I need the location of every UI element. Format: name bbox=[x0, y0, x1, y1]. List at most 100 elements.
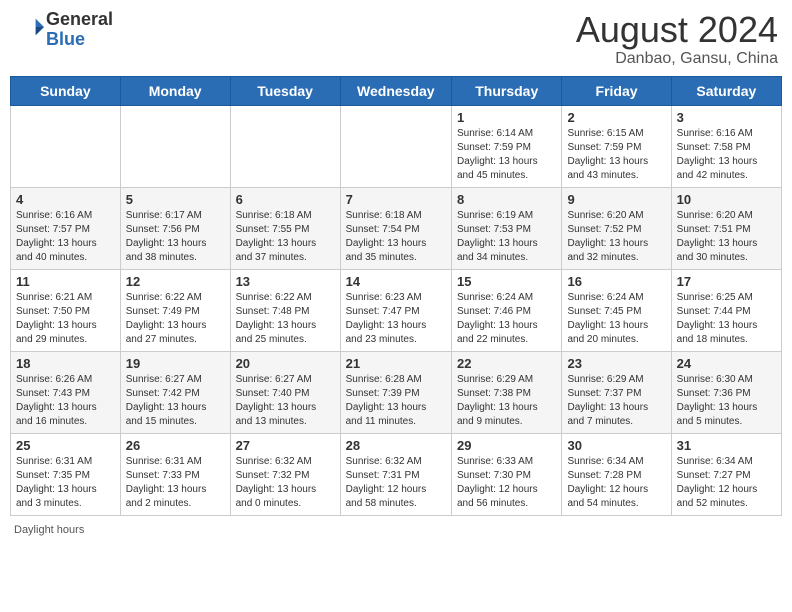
calendar-cell: 3Sunrise: 6:16 AMSunset: 7:58 PMDaylight… bbox=[671, 105, 781, 187]
day-info: Sunrise: 6:18 AMSunset: 7:54 PMDaylight:… bbox=[346, 209, 446, 265]
logo-icon bbox=[16, 13, 44, 41]
calendar-cell bbox=[120, 105, 230, 187]
calendar-cell: 7 Sunrise: 6:18 AMSunset: 7:54 PMDaylight… bbox=[340, 187, 451, 269]
day-number: 12 bbox=[126, 274, 225, 289]
calendar-cell: 24Sunrise: 6:30 AMSunset: 7:36 PMDayligh… bbox=[671, 351, 781, 433]
day-number: 14 bbox=[346, 274, 446, 289]
day-number: 26 bbox=[126, 438, 225, 453]
day-number: 16 bbox=[567, 274, 665, 289]
calendar-header-row: SundayMondayTuesdayWednesdayThursdayFrid… bbox=[11, 76, 782, 105]
day-info: Sunrise: 6:27 AMSunset: 7:42 PMDaylight:… bbox=[126, 373, 225, 429]
day-info: Sunrise: 6:28 AMSunset: 7:39 PMDaylight:… bbox=[346, 373, 446, 429]
day-info: Sunrise: 6:22 AMSunset: 7:49 PMDaylight:… bbox=[126, 291, 225, 347]
day-number: 28 bbox=[346, 438, 446, 453]
day-number: 10 bbox=[677, 192, 776, 207]
day-info: Sunrise: 6:22 AMSunset: 7:48 PMDaylight:… bbox=[236, 291, 335, 347]
calendar-cell: 19 Sunrise: 6:27 AMSunset: 7:42 PMDayligh… bbox=[120, 351, 230, 433]
day-number: 6 bbox=[236, 192, 335, 207]
day-number: 8 bbox=[457, 192, 556, 207]
title-block: August 2024 Danbao, Gansu, China bbox=[576, 10, 778, 68]
calendar-week-3: 11Sunrise: 6:21 AMSunset: 7:50 PMDayligh… bbox=[11, 269, 782, 351]
calendar-cell: 18Sunrise: 6:26 AMSunset: 7:43 PMDayligh… bbox=[11, 351, 121, 433]
calendar-week-4: 18Sunrise: 6:26 AMSunset: 7:43 PMDayligh… bbox=[11, 351, 782, 433]
day-number: 22 bbox=[457, 356, 556, 371]
day-number: 27 bbox=[236, 438, 335, 453]
calendar-weekday-friday: Friday bbox=[562, 76, 671, 105]
calendar-cell: 6 Sunrise: 6:18 AMSunset: 7:55 PMDaylight… bbox=[230, 187, 340, 269]
calendar-cell: 12 Sunrise: 6:22 AMSunset: 7:49 PMDayligh… bbox=[120, 269, 230, 351]
day-info: Sunrise: 6:25 AMSunset: 7:44 PMDaylight:… bbox=[677, 291, 776, 347]
day-info: Sunrise: 6:16 AMSunset: 7:58 PMDaylight:… bbox=[677, 127, 776, 183]
footer: Daylight hours bbox=[10, 524, 782, 536]
day-info: Sunrise: 6:19 AMSunset: 7:53 PMDaylight:… bbox=[457, 209, 556, 265]
calendar-cell: 20 Sunrise: 6:27 AMSunset: 7:40 PMDayligh… bbox=[230, 351, 340, 433]
calendar-cell: 29 Sunrise: 6:33 AMSunset: 7:30 PMDayligh… bbox=[451, 433, 561, 515]
day-info: Sunrise: 6:24 AMSunset: 7:46 PMDaylight:… bbox=[457, 291, 556, 347]
day-info: Sunrise: 6:14 AMSunset: 7:59 PMDaylight:… bbox=[457, 127, 556, 183]
day-info: Sunrise: 6:34 AMSunset: 7:28 PMDaylight:… bbox=[567, 455, 665, 511]
day-number: 9 bbox=[567, 192, 665, 207]
day-info: Sunrise: 6:23 AMSunset: 7:47 PMDaylight:… bbox=[346, 291, 446, 347]
day-info: Sunrise: 6:20 AMSunset: 7:52 PMDaylight:… bbox=[567, 209, 665, 265]
day-number: 29 bbox=[457, 438, 556, 453]
day-number: 25 bbox=[16, 438, 115, 453]
day-info: Sunrise: 6:15 AMSunset: 7:59 PMDaylight:… bbox=[567, 127, 665, 183]
day-number: 7 bbox=[346, 192, 446, 207]
calendar-cell: 25 Sunrise: 6:31 AMSunset: 7:35 PMDayligh… bbox=[11, 433, 121, 515]
day-info: Sunrise: 6:16 AMSunset: 7:57 PMDaylight:… bbox=[16, 209, 115, 265]
calendar-cell: 26Sunrise: 6:31 AMSunset: 7:33 PMDayligh… bbox=[120, 433, 230, 515]
calendar-cell: 17Sunrise: 6:25 AMSunset: 7:44 PMDayligh… bbox=[671, 269, 781, 351]
day-info: Sunrise: 6:27 AMSunset: 7:40 PMDaylight:… bbox=[236, 373, 335, 429]
calendar-cell: 9 Sunrise: 6:20 AMSunset: 7:52 PMDaylight… bbox=[562, 187, 671, 269]
day-info: Sunrise: 6:18 AMSunset: 7:55 PMDaylight:… bbox=[236, 209, 335, 265]
day-info: Sunrise: 6:29 AMSunset: 7:37 PMDaylight:… bbox=[567, 373, 665, 429]
day-info: Sunrise: 6:31 AMSunset: 7:35 PMDaylight:… bbox=[16, 455, 115, 511]
daylight-label: Daylight hours bbox=[14, 524, 84, 536]
month-year: August 2024 bbox=[576, 10, 778, 50]
day-info: Sunrise: 6:29 AMSunset: 7:38 PMDaylight:… bbox=[457, 373, 556, 429]
day-number: 19 bbox=[126, 356, 225, 371]
calendar-cell: 2 Sunrise: 6:15 AMSunset: 7:59 PMDaylight… bbox=[562, 105, 671, 187]
calendar-cell: 14 Sunrise: 6:23 AMSunset: 7:47 PMDayligh… bbox=[340, 269, 451, 351]
calendar-cell: 22 Sunrise: 6:29 AMSunset: 7:38 PMDayligh… bbox=[451, 351, 561, 433]
location: Danbao, Gansu, China bbox=[576, 50, 778, 68]
calendar-weekday-thursday: Thursday bbox=[451, 76, 561, 105]
day-info: Sunrise: 6:17 AMSunset: 7:56 PMDaylight:… bbox=[126, 209, 225, 265]
day-number: 20 bbox=[236, 356, 335, 371]
calendar-weekday-tuesday: Tuesday bbox=[230, 76, 340, 105]
calendar-week-1: 1 Sunrise: 6:14 AMSunset: 7:59 PMDaylight… bbox=[11, 105, 782, 187]
calendar-cell: 27 Sunrise: 6:32 AMSunset: 7:32 PMDayligh… bbox=[230, 433, 340, 515]
calendar-weekday-sunday: Sunday bbox=[11, 76, 121, 105]
day-number: 1 bbox=[457, 110, 556, 125]
calendar-cell: 1 Sunrise: 6:14 AMSunset: 7:59 PMDaylight… bbox=[451, 105, 561, 187]
day-info: Sunrise: 6:34 AMSunset: 7:27 PMDaylight:… bbox=[677, 455, 776, 511]
calendar-cell: 5Sunrise: 6:17 AMSunset: 7:56 PMDaylight… bbox=[120, 187, 230, 269]
calendar-week-5: 25 Sunrise: 6:31 AMSunset: 7:35 PMDayligh… bbox=[11, 433, 782, 515]
day-number: 31 bbox=[677, 438, 776, 453]
day-number: 15 bbox=[457, 274, 556, 289]
day-info: Sunrise: 6:32 AMSunset: 7:32 PMDaylight:… bbox=[236, 455, 335, 511]
day-number: 18 bbox=[16, 356, 115, 371]
day-info: Sunrise: 6:32 AMSunset: 7:31 PMDaylight:… bbox=[346, 455, 446, 511]
calendar-cell: 21Sunrise: 6:28 AMSunset: 7:39 PMDayligh… bbox=[340, 351, 451, 433]
day-number: 23 bbox=[567, 356, 665, 371]
day-info: Sunrise: 6:21 AMSunset: 7:50 PMDaylight:… bbox=[16, 291, 115, 347]
header: General Blue August 2024 Danbao, Gansu, … bbox=[10, 10, 782, 68]
calendar-cell: 31 Sunrise: 6:34 AMSunset: 7:27 PMDayligh… bbox=[671, 433, 781, 515]
calendar-cell bbox=[11, 105, 121, 187]
calendar-cell: 30 Sunrise: 6:34 AMSunset: 7:28 PMDayligh… bbox=[562, 433, 671, 515]
logo-blue: Blue bbox=[46, 29, 85, 49]
day-number: 30 bbox=[567, 438, 665, 453]
day-number: 24 bbox=[677, 356, 776, 371]
calendar-cell: 16Sunrise: 6:24 AMSunset: 7:45 PMDayligh… bbox=[562, 269, 671, 351]
calendar-cell: 15 Sunrise: 6:24 AMSunset: 7:46 PMDayligh… bbox=[451, 269, 561, 351]
calendar-cell: 13Sunrise: 6:22 AMSunset: 7:48 PMDayligh… bbox=[230, 269, 340, 351]
day-number: 2 bbox=[567, 110, 665, 125]
calendar-cell: 8 Sunrise: 6:19 AMSunset: 7:53 PMDaylight… bbox=[451, 187, 561, 269]
day-info: Sunrise: 6:33 AMSunset: 7:30 PMDaylight:… bbox=[457, 455, 556, 511]
calendar-weekday-monday: Monday bbox=[120, 76, 230, 105]
calendar-weekday-saturday: Saturday bbox=[671, 76, 781, 105]
calendar-cell: 23 Sunrise: 6:29 AMSunset: 7:37 PMDayligh… bbox=[562, 351, 671, 433]
calendar-cell bbox=[230, 105, 340, 187]
calendar-cell: 10Sunrise: 6:20 AMSunset: 7:51 PMDayligh… bbox=[671, 187, 781, 269]
